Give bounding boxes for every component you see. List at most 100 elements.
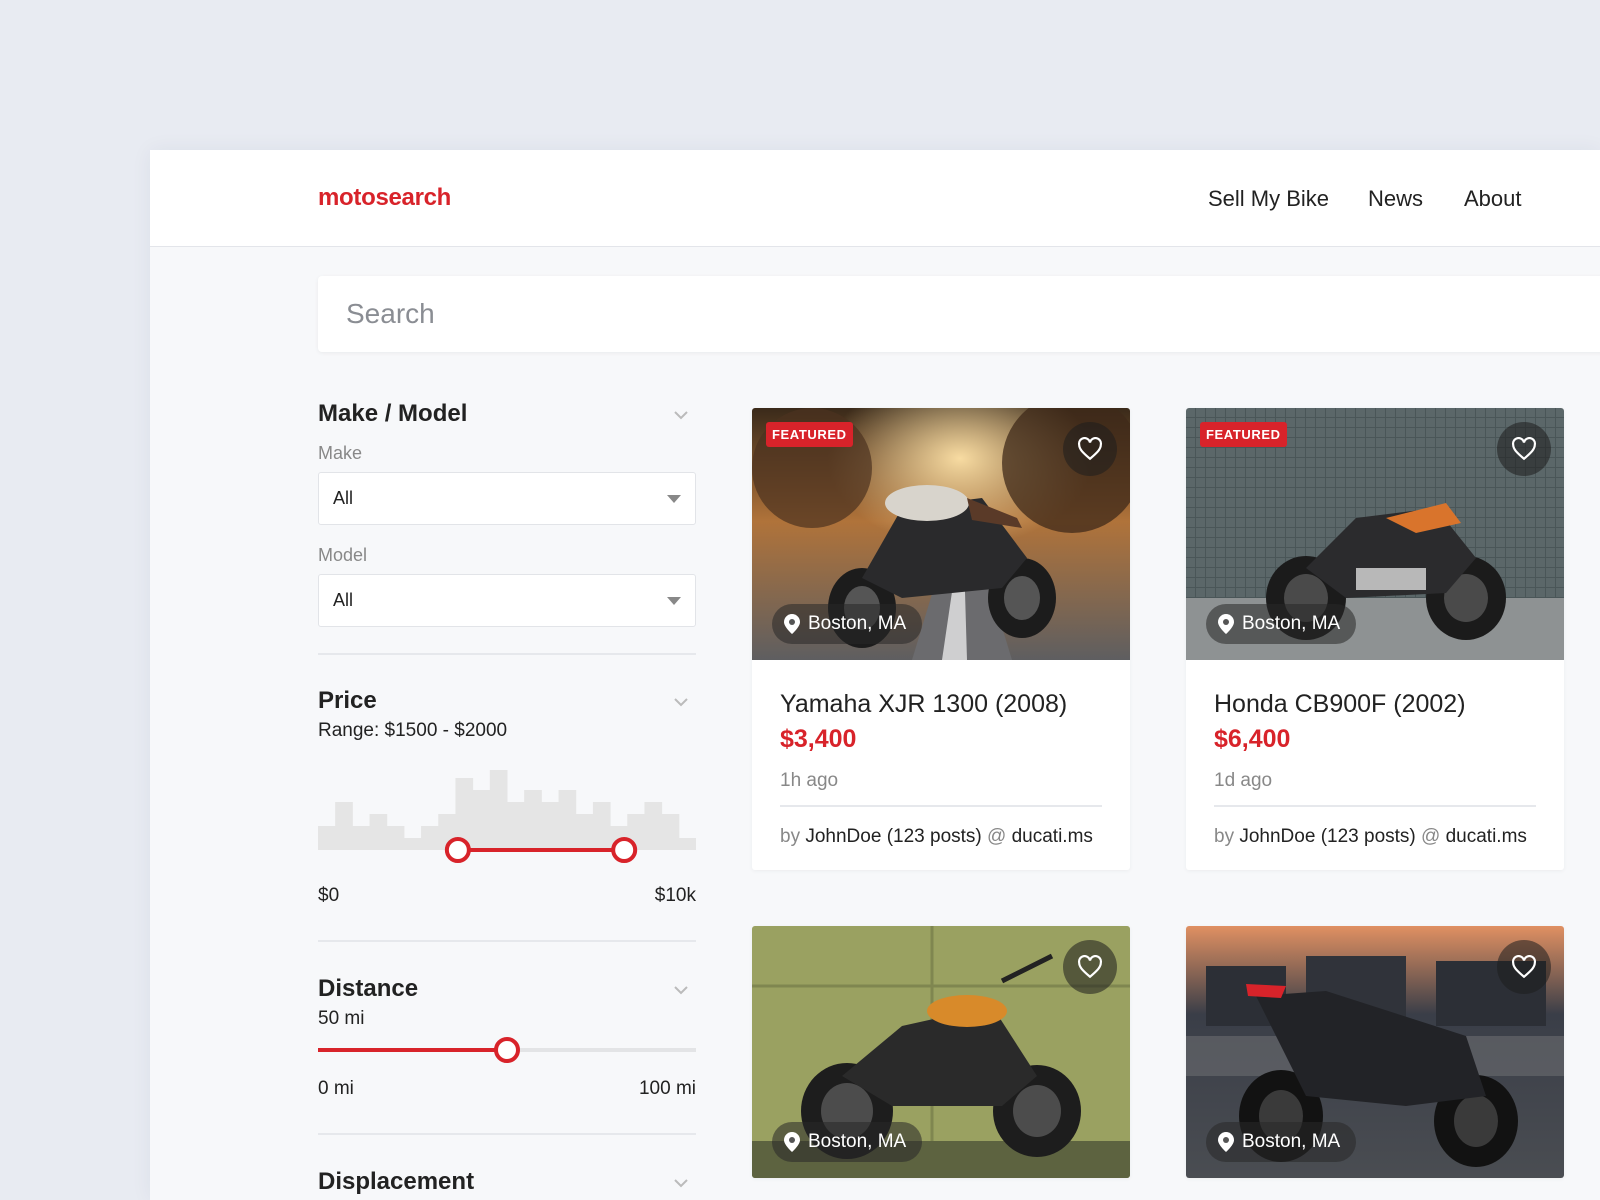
featured-badge: FEATURED bbox=[1200, 422, 1287, 447]
listing-photo[interactable]: FEATURED Boston, MA bbox=[752, 408, 1130, 660]
price-max-label: $10k bbox=[654, 885, 696, 906]
distance-handle[interactable] bbox=[494, 1037, 520, 1063]
distance-max-label: 100 mi bbox=[638, 1078, 696, 1099]
chevron-down-icon[interactable] bbox=[673, 985, 689, 995]
histogram-bar bbox=[369, 814, 388, 850]
histogram-bar bbox=[558, 790, 577, 850]
nav-sell-my-bike[interactable]: Sell My Bike bbox=[1208, 186, 1329, 212]
displacement-title: Displacement bbox=[318, 1168, 475, 1195]
site-link[interactable]: ducati.ms bbox=[1446, 826, 1527, 847]
price-range-text: Range: $1500 - $2000 bbox=[318, 720, 508, 741]
histogram-bar bbox=[386, 826, 405, 850]
author-link[interactable]: JohnDoe (123 posts) bbox=[1239, 826, 1415, 847]
chevron-down-icon[interactable] bbox=[673, 697, 689, 707]
logo[interactable]: motosearch bbox=[318, 184, 451, 212]
histogram-bar bbox=[524, 790, 542, 850]
histogram-bar bbox=[541, 802, 560, 850]
histogram-bar bbox=[489, 770, 508, 850]
favorite-button[interactable] bbox=[1497, 940, 1551, 994]
app-window: motosearch Sell My Bike News About Make … bbox=[150, 150, 1600, 1200]
histogram-bar bbox=[575, 814, 594, 850]
histogram-bar bbox=[335, 802, 353, 850]
histogram-bar bbox=[678, 838, 696, 850]
price-title: Price bbox=[318, 687, 377, 714]
caret-down-icon bbox=[667, 495, 681, 503]
location-chip: Boston, MA bbox=[1206, 604, 1357, 644]
histogram-bar bbox=[661, 814, 680, 850]
listing-card[interactable]: Boston, MA bbox=[752, 926, 1130, 1178]
divider bbox=[780, 805, 1102, 807]
search-bar bbox=[318, 276, 1600, 352]
listing-photo[interactable]: Boston, MA bbox=[1186, 926, 1564, 1178]
location-chip: Boston, MA bbox=[772, 604, 923, 644]
location-text: Boston, MA bbox=[808, 1131, 907, 1152]
distance-slider[interactable] bbox=[318, 1030, 696, 1070]
listing-card[interactable]: FEATURED Boston, MA Yamaha XJR 1300 (200… bbox=[752, 408, 1130, 870]
location-text: Boston, MA bbox=[808, 613, 907, 634]
histogram-bar bbox=[403, 838, 422, 850]
nav-about[interactable]: About bbox=[1464, 186, 1522, 212]
top-navigation-bar: motosearch Sell My Bike News About bbox=[150, 150, 1600, 247]
model-select[interactable]: All bbox=[318, 574, 696, 627]
at-sign: @ bbox=[987, 826, 1007, 847]
listing-price: $3,400 bbox=[780, 725, 857, 753]
histogram-bar bbox=[472, 790, 491, 850]
location-chip: Boston, MA bbox=[772, 1122, 923, 1162]
search-input[interactable] bbox=[318, 276, 1600, 352]
nav-news[interactable]: News bbox=[1368, 186, 1423, 212]
histogram-bar bbox=[592, 802, 611, 850]
listing-title[interactable]: Yamaha XJR 1300 (2008) bbox=[780, 690, 1067, 719]
histogram-bar bbox=[644, 802, 663, 850]
divider bbox=[318, 653, 696, 655]
make-label: Make bbox=[318, 443, 363, 463]
distance-title: Distance bbox=[318, 975, 419, 1002]
heart-icon bbox=[1078, 955, 1102, 979]
make-select[interactable]: All bbox=[318, 472, 696, 525]
heart-icon bbox=[1512, 437, 1536, 461]
map-pin-icon bbox=[784, 1132, 800, 1152]
featured-badge: FEATURED bbox=[766, 422, 853, 447]
listing-card[interactable]: Boston, MA bbox=[1186, 926, 1564, 1178]
listing-age: 1h ago bbox=[780, 770, 839, 791]
price-min-handle[interactable] bbox=[444, 837, 471, 863]
model-select-value: All bbox=[333, 590, 354, 610]
heart-icon bbox=[1078, 437, 1102, 461]
favorite-button[interactable] bbox=[1063, 940, 1117, 994]
model-label: Model bbox=[318, 545, 368, 565]
histogram-bar bbox=[352, 826, 371, 850]
distance-min-label: 0 mi bbox=[318, 1078, 354, 1099]
chevron-down-icon[interactable] bbox=[673, 1178, 689, 1188]
listing-byline: by JohnDoe (123 posts) @ ducati.ms bbox=[780, 826, 1093, 848]
listing-age: 1d ago bbox=[1214, 770, 1273, 791]
favorite-button[interactable] bbox=[1063, 422, 1117, 476]
chevron-down-icon[interactable] bbox=[673, 410, 689, 420]
listing-price: $6,400 bbox=[1214, 725, 1291, 753]
listing-info: Yamaha XJR 1300 (2008) $3,400 1h ago by … bbox=[752, 660, 1130, 870]
divider bbox=[318, 940, 696, 942]
map-pin-icon bbox=[784, 614, 800, 634]
price-range-slider[interactable] bbox=[318, 770, 696, 880]
histogram-bar bbox=[318, 826, 336, 850]
heart-icon bbox=[1512, 955, 1536, 979]
divider bbox=[1214, 805, 1536, 807]
listing-card[interactable]: FEATURED Boston, MA Honda CB900F (2002) … bbox=[1186, 408, 1564, 870]
location-text: Boston, MA bbox=[1242, 613, 1341, 634]
byline-prefix: by bbox=[1214, 826, 1235, 847]
make-select-value: All bbox=[333, 488, 354, 508]
byline-prefix: by bbox=[780, 826, 801, 847]
author-link[interactable]: JohnDoe (123 posts) bbox=[805, 826, 981, 847]
listing-photo[interactable]: FEATURED Boston, MA bbox=[1186, 408, 1564, 660]
price-max-handle[interactable] bbox=[611, 837, 638, 863]
listing-title[interactable]: Honda CB900F (2002) bbox=[1214, 690, 1466, 719]
distance-value-text: 50 mi bbox=[318, 1008, 365, 1029]
histogram-bar bbox=[421, 826, 439, 850]
site-link[interactable]: ducati.ms bbox=[1012, 826, 1093, 847]
caret-down-icon bbox=[667, 597, 681, 605]
listing-photo[interactable]: Boston, MA bbox=[752, 926, 1130, 1178]
listing-info: Honda CB900F (2002) $6,400 1d ago by Joh… bbox=[1186, 660, 1564, 870]
favorite-button[interactable] bbox=[1497, 422, 1551, 476]
make-model-title: Make / Model bbox=[318, 400, 468, 427]
location-chip: Boston, MA bbox=[1206, 1122, 1357, 1162]
histogram-bar bbox=[507, 802, 525, 850]
divider bbox=[318, 1133, 696, 1135]
